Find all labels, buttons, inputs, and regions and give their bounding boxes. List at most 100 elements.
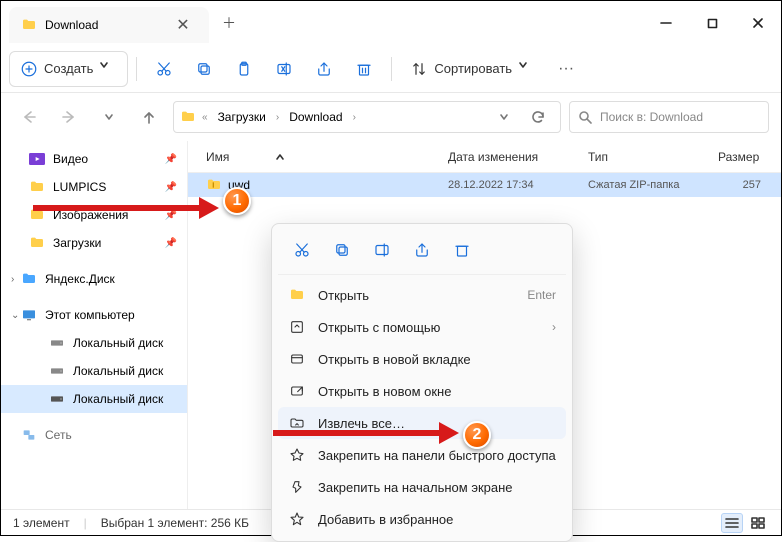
ctx-share-button[interactable]	[404, 234, 440, 266]
share-button[interactable]	[305, 51, 343, 87]
chevron-down-icon	[99, 60, 117, 78]
ctx-label: Закрепить на начальном экране	[318, 480, 513, 495]
ctx-label: Извлечь все…	[318, 416, 405, 431]
sidebar-item-thispc[interactable]: ⌄ Этот компьютер	[1, 301, 187, 329]
sidebar-item-downloads[interactable]: Загрузки 📌	[1, 229, 187, 257]
create-button[interactable]: Создать	[9, 51, 128, 87]
pin-icon: 📌	[165, 154, 177, 165]
annotation-bubble-1: 1	[223, 187, 251, 215]
ctx-extract-all[interactable]: Извлечь все…	[278, 407, 566, 439]
sidebar-item-drive[interactable]: Локальный диск	[1, 357, 187, 385]
sidebar-label: Этот компьютер	[45, 308, 135, 322]
column-size[interactable]: Размер	[718, 150, 781, 164]
search-input[interactable]: Поиск в: Download	[569, 101, 769, 133]
search-placeholder: Поиск в: Download	[600, 110, 703, 124]
folder-open-icon	[288, 286, 306, 304]
status-count: 1 элемент	[13, 516, 70, 530]
ctx-label: Добавить в избранное	[318, 512, 453, 527]
view-icons-button[interactable]	[747, 513, 769, 533]
ctx-cut-button[interactable]	[284, 234, 320, 266]
sidebar-label: Локальный диск	[73, 364, 163, 378]
ctx-open-with[interactable]: Открыть с помощью›	[278, 311, 566, 343]
new-tab-button[interactable]: ＋	[213, 7, 245, 39]
ctx-favorite[interactable]: Добавить в избранное	[278, 503, 566, 535]
ctx-delete-button[interactable]	[444, 234, 480, 266]
pin-start-icon	[288, 478, 306, 496]
sidebar-label: Изображения	[53, 208, 128, 222]
recent-button[interactable]	[93, 101, 125, 133]
rename-button[interactable]	[265, 51, 303, 87]
copy-button[interactable]	[185, 51, 223, 87]
window-tab[interactable]: Download ✕	[9, 7, 209, 43]
column-date[interactable]: Дата изменения	[448, 150, 588, 164]
chevron-right-icon[interactable]: «	[200, 112, 210, 123]
breadcrumb-item[interactable]: Download	[285, 110, 346, 124]
sidebar-item-lumpics[interactable]: LUMPICS📌	[1, 173, 187, 201]
sidebar-item-video[interactable]: Видео 📌	[1, 145, 187, 173]
sidebar-item-yandex[interactable]: › Яндекс.Диск	[1, 265, 187, 293]
breadcrumb[interactable]: « Загрузки › Download ›	[173, 101, 561, 133]
sort-asc-icon	[275, 152, 285, 162]
minimize-button[interactable]	[643, 3, 689, 43]
sidebar-label: Видео	[53, 152, 88, 166]
back-button[interactable]	[13, 101, 45, 133]
sort-label: Сортировать	[434, 61, 512, 76]
ctx-shortcut: Enter	[527, 288, 556, 302]
forward-button[interactable]	[53, 101, 85, 133]
star-icon	[288, 510, 306, 528]
close-window-button[interactable]	[735, 3, 781, 43]
sidebar-item-network[interactable]: Сеть	[1, 421, 187, 449]
folder-icon	[180, 109, 196, 125]
extract-icon	[288, 414, 306, 432]
file-size: 257	[718, 179, 781, 191]
file-type: Сжатая ZIP-папка	[588, 179, 718, 191]
ctx-open-new-window[interactable]: Открыть в новом окне	[278, 375, 566, 407]
ctx-copy-button[interactable]	[324, 234, 360, 266]
sidebar-label: Локальный диск	[73, 392, 163, 406]
sidebar: Видео 📌 LUMPICS📌 Изображения 📌 Загрузки 📌 ›…	[1, 141, 187, 509]
pin-icon: 📌	[165, 210, 177, 221]
sort-button[interactable]: Сортировать	[400, 51, 546, 87]
maximize-button[interactable]	[689, 3, 735, 43]
ctx-pin-quickaccess[interactable]: Закрепить на панели быстрого доступа	[278, 439, 566, 471]
breadcrumb-dropdown[interactable]	[488, 101, 520, 133]
ctx-pin-start[interactable]: Закрепить на начальном экране	[278, 471, 566, 503]
column-type[interactable]: Тип	[588, 150, 718, 164]
create-label: Создать	[44, 61, 93, 76]
ctx-label: Открыть в новой вкладке	[318, 352, 471, 367]
sidebar-item-pictures[interactable]: Изображения 📌	[1, 201, 187, 229]
sidebar-item-drive[interactable]: Локальный диск	[1, 329, 187, 357]
sidebar-label: Сеть	[45, 428, 72, 442]
chevron-right-icon[interactable]: ›	[11, 274, 14, 285]
sidebar-item-drive-selected[interactable]: Локальный диск	[1, 385, 187, 413]
sidebar-label: Загрузки	[53, 236, 101, 250]
status-selection: Выбран 1 элемент: 256 КБ	[101, 516, 249, 530]
up-button[interactable]	[133, 101, 165, 133]
ctx-rename-button[interactable]	[364, 234, 400, 266]
folder-icon	[21, 17, 37, 33]
context-menu: Открыть Enter Открыть с помощью› Открыть …	[271, 223, 573, 542]
chevron-down-icon[interactable]: ⌄	[11, 310, 19, 321]
refresh-button[interactable]	[522, 101, 554, 133]
search-icon	[578, 110, 592, 124]
paste-button[interactable]	[225, 51, 263, 87]
column-name[interactable]: Имя	[188, 150, 448, 164]
tab-title: Download	[45, 18, 161, 32]
tab-close-button[interactable]: ✕	[169, 11, 197, 39]
open-with-icon	[288, 318, 306, 336]
chevron-right-icon: ›	[552, 320, 556, 334]
pin-icon: 📌	[165, 182, 177, 193]
ctx-label: Открыть	[318, 288, 369, 303]
delete-button[interactable]	[345, 51, 383, 87]
more-button[interactable]: ···	[548, 51, 584, 87]
view-details-button[interactable]	[721, 513, 743, 533]
breadcrumb-item[interactable]: Загрузки	[214, 110, 270, 124]
ctx-open[interactable]: Открыть Enter	[278, 279, 566, 311]
pin-icon: 📌	[165, 238, 177, 249]
cut-button[interactable]	[145, 51, 183, 87]
sidebar-label: Яндекс.Диск	[45, 272, 115, 286]
chevron-right-icon: ›	[274, 112, 281, 123]
column-headers: Имя Дата изменения Тип Размер	[188, 141, 781, 173]
file-row[interactable]: uwd 28.12.2022 17:34 Сжатая ZIP-папка 25…	[188, 173, 781, 197]
ctx-open-new-tab[interactable]: Открыть в новой вкладке	[278, 343, 566, 375]
